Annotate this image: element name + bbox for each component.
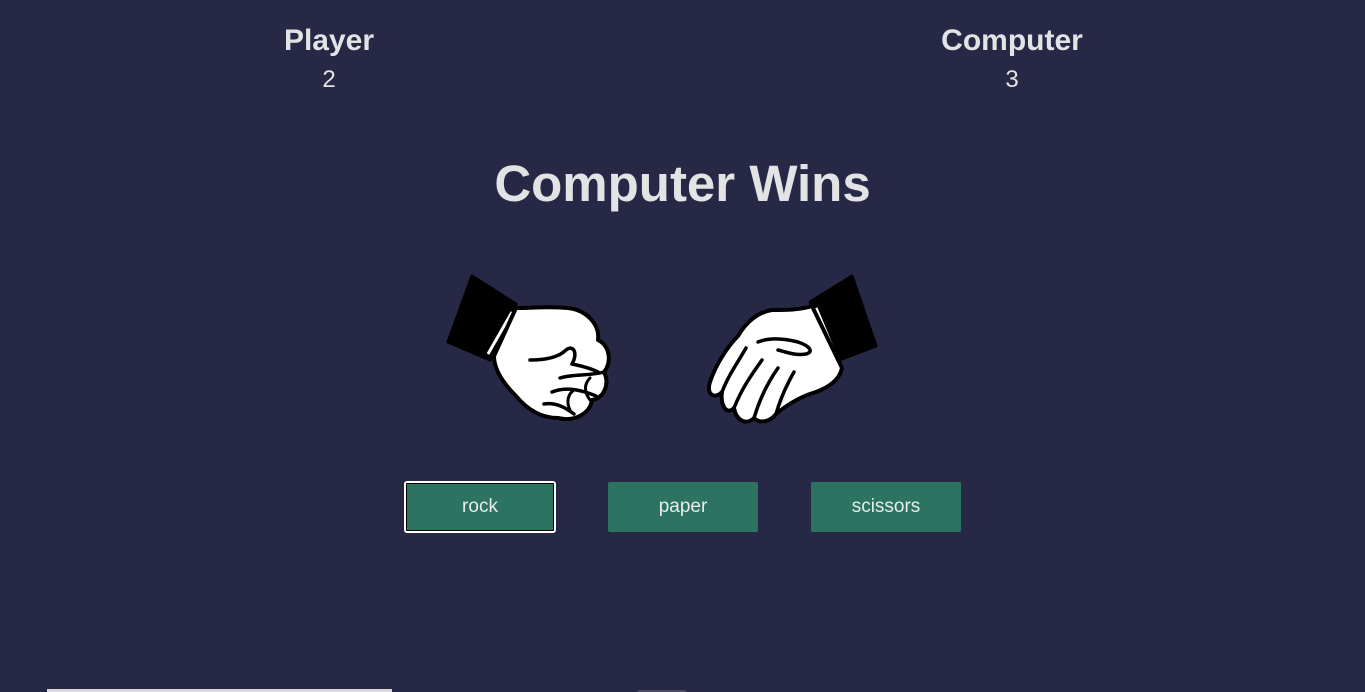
computer-label: Computer xyxy=(941,24,1083,57)
computer-score-panel: Computer 3 xyxy=(862,24,1162,94)
computer-score: 3 xyxy=(1005,66,1019,93)
paper-button[interactable]: paper xyxy=(608,482,758,532)
result-message: Computer Wins xyxy=(494,155,871,212)
open-hand-icon xyxy=(707,274,878,424)
rock-button[interactable]: rock xyxy=(404,481,556,533)
player-label: Player xyxy=(283,24,375,57)
fist-icon xyxy=(446,274,611,421)
computer-hand-paper-icon xyxy=(706,268,886,438)
scissors-button[interactable]: scissors xyxy=(811,482,961,532)
player-hand-rock-icon xyxy=(440,268,620,438)
player-score-panel: Player 2 xyxy=(179,24,479,94)
player-score: 2 xyxy=(322,66,336,93)
